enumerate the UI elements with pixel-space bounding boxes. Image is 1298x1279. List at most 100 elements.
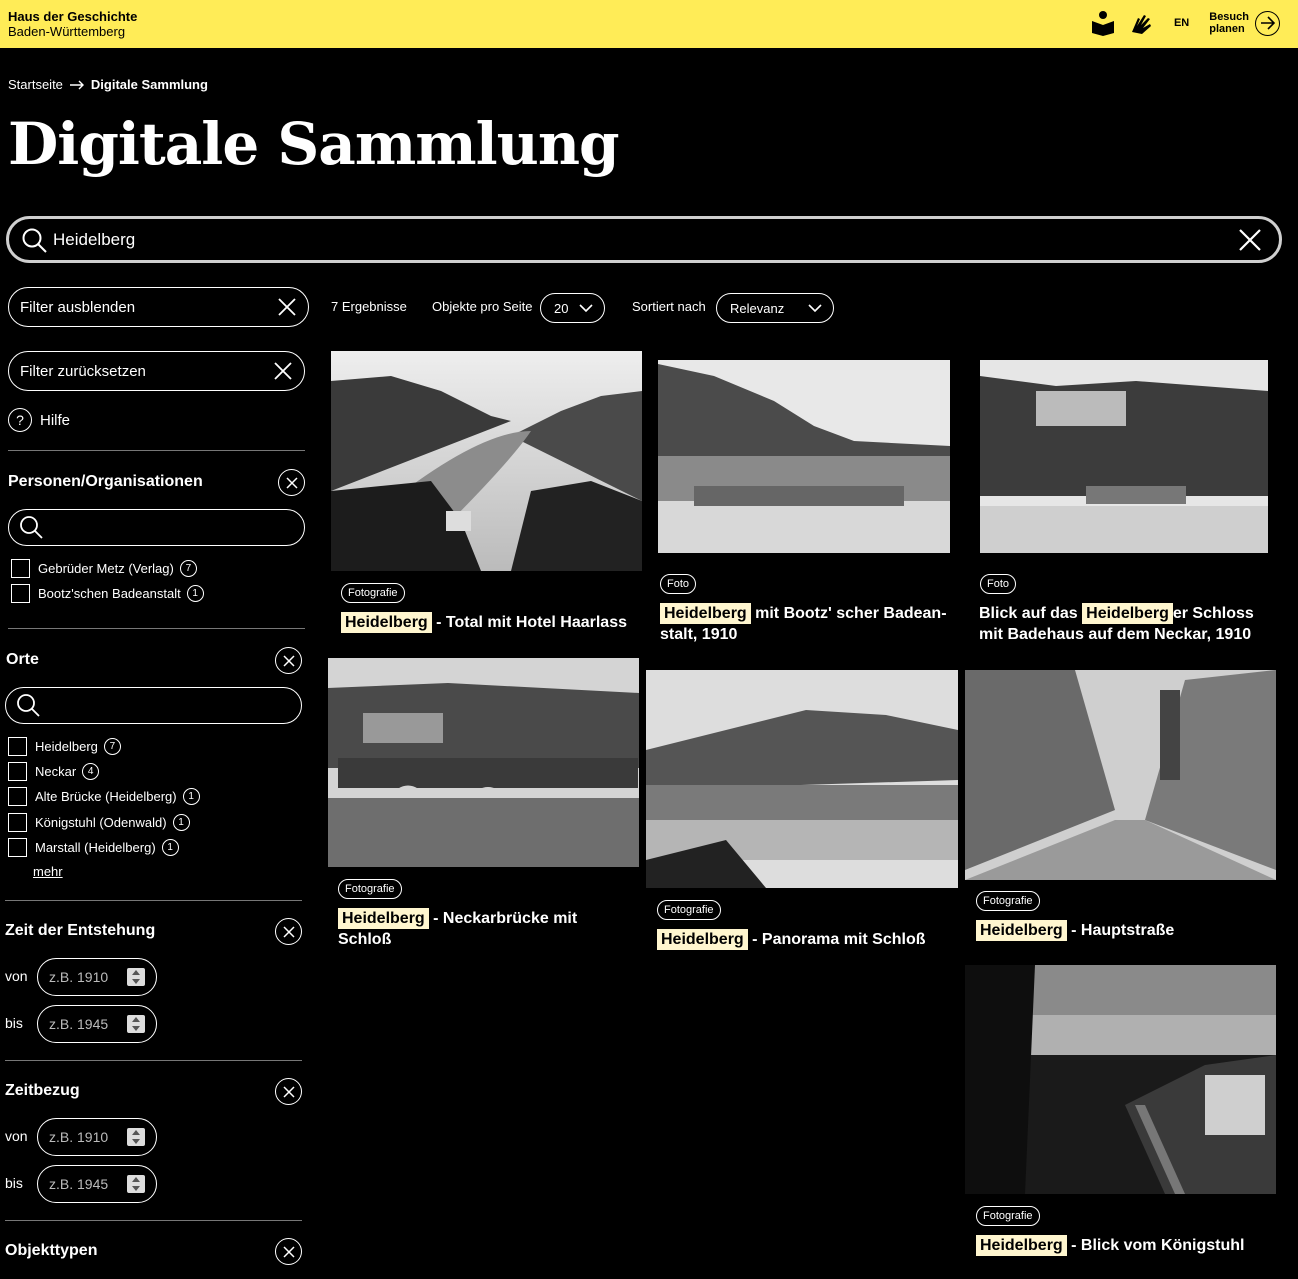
breadcrumb: Startseite Digitale Sammlung (8, 77, 208, 92)
collapse-object-types-button[interactable] (275, 1238, 302, 1265)
placeholder: z.B. 1945 (49, 1176, 109, 1192)
stepper-icon[interactable] (127, 968, 145, 986)
arrow-right-icon (1255, 10, 1280, 36)
filter-option-label: Bootz'schen Badeanstalt (38, 586, 181, 601)
close-icon (274, 362, 292, 380)
plan-visit-button[interactable]: Besuch planen (1209, 10, 1280, 36)
brand-logo[interactable]: Haus der Geschichte Baden-Württemberg (8, 9, 137, 39)
collapse-places-button[interactable] (275, 647, 302, 674)
checkbox[interactable] (8, 762, 27, 781)
per-page-label: Objekte pro Seite (432, 299, 533, 314)
type-badge: Fotografie (338, 879, 402, 899)
brand-line1: Haus der Geschichte (8, 9, 138, 24)
checkbox[interactable] (8, 813, 27, 832)
sort-label: Sortiert nach (632, 299, 706, 314)
close-icon (282, 654, 295, 667)
help-label: Hilfe (40, 411, 71, 429)
filter-option-label: Gebrüder Metz (Verlag) (38, 561, 174, 576)
checkbox[interactable] (8, 838, 27, 857)
result-title[interactable]: Heidelberg - Hauptstraße (976, 920, 1271, 941)
type-badge: Fotografie (976, 1206, 1040, 1226)
hide-filter-button[interactable]: Filter ausblenden (8, 287, 309, 327)
time-ref-to-input[interactable]: z.B. 1945 (37, 1165, 157, 1203)
search-input[interactable]: Heidelberg (6, 216, 1282, 263)
filter-option-label: Neckar (35, 764, 77, 779)
help-link[interactable]: ? Hilfe (8, 408, 70, 432)
count-badge: 7 (103, 738, 121, 755)
breadcrumb-current: Digitale Sammlung (90, 77, 208, 92)
result-image[interactable] (965, 965, 1276, 1194)
count-badge: 7 (179, 560, 197, 577)
collapse-creation-time-button[interactable] (275, 918, 302, 945)
filter-option[interactable]: Bootz'schen Badeanstalt 1 (11, 584, 204, 603)
results-count: 7 Ergebnisse (331, 299, 407, 314)
sign-language-icon[interactable] (1128, 10, 1154, 36)
stepper-icon[interactable] (127, 1015, 145, 1033)
filter-option[interactable]: Königstuhl (Odenwald) 1 (8, 813, 190, 832)
easy-language-icon[interactable] (1090, 10, 1116, 36)
search-highlight: Heidelberg (1082, 603, 1173, 624)
result-image[interactable] (965, 670, 1276, 880)
result-title-text: - Total mit Hotel Haarlass (431, 614, 627, 631)
stepper-icon[interactable] (127, 1128, 145, 1146)
result-image[interactable] (328, 658, 639, 867)
result-title[interactable]: Heidelberg - Neckarbrücke mit Schloß (338, 908, 633, 950)
collapse-persons-button[interactable] (278, 469, 305, 496)
result-title[interactable]: Heidelberg - Panorama mit Schloß (657, 929, 952, 950)
type-badge: Fotografie (341, 583, 405, 603)
creation-time-title: Zeit der Entstehung (5, 922, 156, 939)
filter-option[interactable]: Neckar 4 (8, 762, 100, 781)
language-switch[interactable]: EN (1174, 17, 1189, 29)
stepper-icon[interactable] (127, 1175, 145, 1193)
result-image[interactable] (654, 356, 954, 557)
filter-option[interactable]: Marstall (Heidelberg) 1 (8, 838, 179, 857)
reset-filter-button[interactable]: Filter zurücksetzen (8, 351, 305, 391)
checkbox[interactable] (11, 584, 30, 603)
creation-to-input[interactable]: z.B. 1945 (37, 1005, 157, 1043)
persons-search-input[interactable] (8, 509, 305, 546)
result-image[interactable] (976, 356, 1272, 557)
per-page-value: 20 (554, 300, 569, 316)
type-badge: Foto (660, 574, 697, 594)
result-image[interactable] (331, 351, 642, 571)
to-label: bis (5, 1175, 23, 1191)
placeholder: z.B. 1910 (49, 1129, 109, 1145)
filter-option-label: Heidelberg (35, 739, 98, 754)
count-badge: 1 (161, 839, 179, 856)
sort-select[interactable]: Relevanz (716, 293, 834, 323)
search-highlight: Heidelberg (976, 920, 1067, 941)
divider (5, 1220, 302, 1221)
checkbox[interactable] (8, 787, 27, 806)
filter-option[interactable]: Alte Brücke (Heidelberg) 1 (8, 787, 200, 806)
result-title[interactable]: Heidelberg - Total mit Hotel Haarlass (341, 612, 641, 633)
hide-filter-label: Filter ausblenden (20, 298, 136, 316)
brand-line2: Baden-Württemberg (8, 24, 126, 39)
more-link[interactable]: mehr (33, 864, 63, 879)
divider (5, 1060, 302, 1061)
collapse-time-ref-button[interactable] (275, 1078, 302, 1105)
count-badge: 4 (82, 763, 100, 780)
landscape-photo (654, 356, 954, 557)
creation-from-input[interactable]: z.B. 1910 (37, 958, 157, 996)
search-icon (17, 694, 40, 717)
close-icon[interactable] (1237, 227, 1263, 253)
result-title[interactable]: Heidelberg - Blick vom Königstuhl (976, 1235, 1271, 1256)
result-title-text: - Blick vom Königstuhl (1066, 1237, 1245, 1254)
time-ref-title: Zeitbezug (5, 1082, 80, 1099)
result-title[interactable]: Blick auf das Heidelberg er Schloss mit B… (979, 603, 1274, 645)
result-title[interactable]: Heidelberg mit Bootz' scher Badean-stalt… (660, 603, 955, 645)
time-ref-from-input[interactable]: z.B. 1910 (37, 1118, 157, 1156)
placeholder: z.B. 1945 (49, 1016, 109, 1032)
per-page-select[interactable]: 20 (540, 293, 605, 323)
count-badge: 1 (182, 788, 200, 805)
checkbox[interactable] (8, 737, 27, 756)
sort-value: Relevanz (730, 300, 785, 316)
result-image[interactable] (646, 670, 958, 888)
filter-option[interactable]: Heidelberg 7 (8, 737, 121, 756)
breadcrumb-home[interactable]: Startseite (8, 77, 63, 92)
search-highlight: Heidelberg (338, 908, 429, 929)
page-title: Digitale Sammlung (8, 110, 620, 178)
checkbox[interactable] (11, 559, 30, 578)
places-search-input[interactable] (5, 687, 302, 724)
filter-option[interactable]: Gebrüder Metz (Verlag) 7 (11, 559, 197, 578)
